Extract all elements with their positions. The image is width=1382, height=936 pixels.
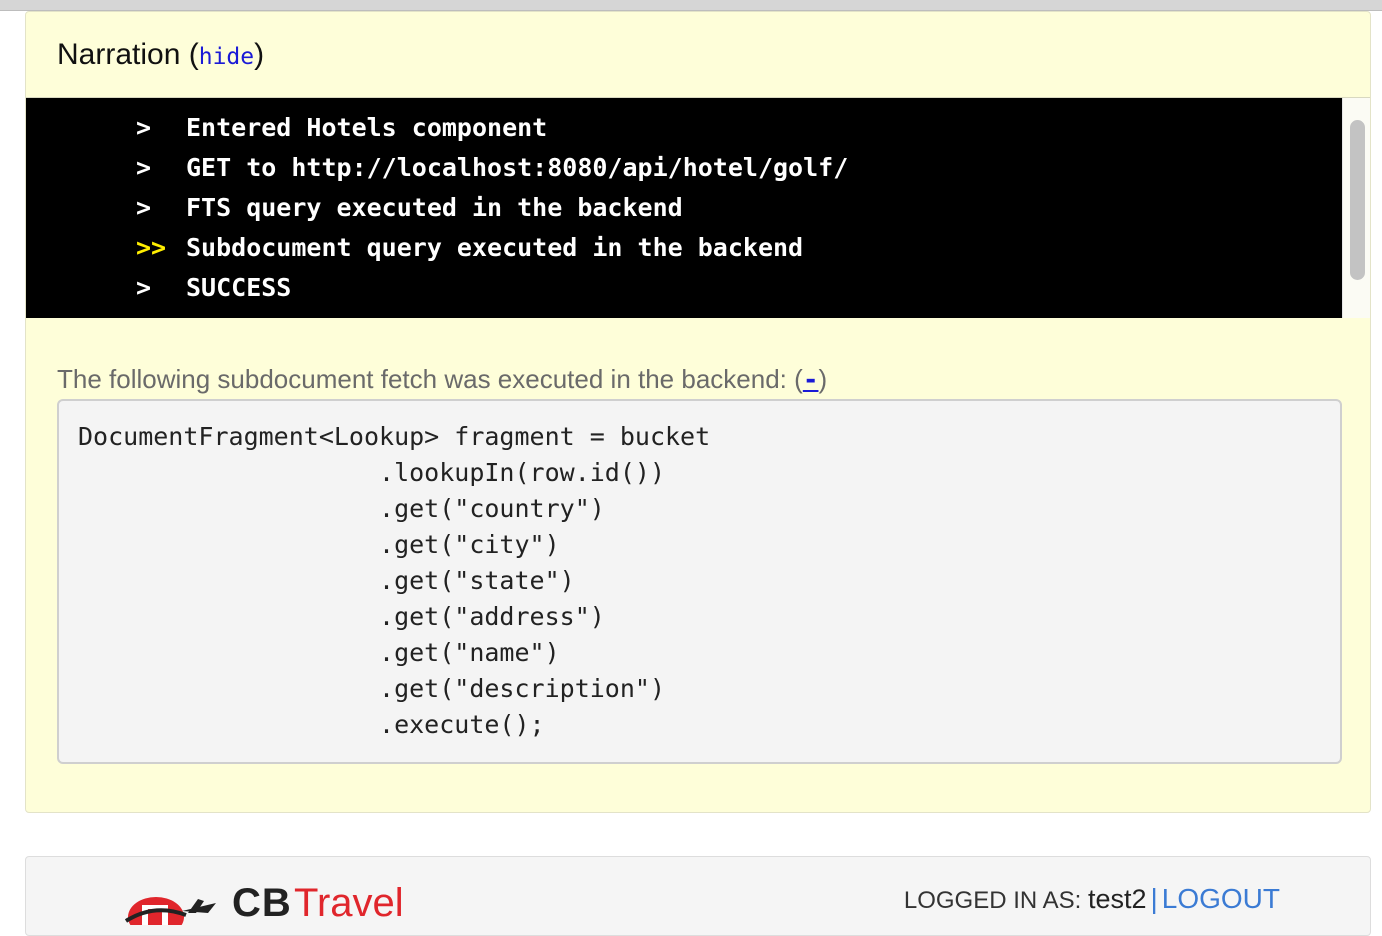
fetch-caption: The following subdocument fetch was exec…: [57, 362, 827, 397]
browser-top-edge: [0, 0, 1382, 11]
console-text: Subdocument query executed in the backen…: [186, 233, 804, 262]
console-text: SUCCESS: [186, 273, 292, 302]
code-line: .get("description"): [78, 674, 665, 703]
logo-cb-text: CB: [232, 881, 292, 925]
console-scrollbar[interactable]: [1342, 98, 1370, 318]
narration-console: > Entered Hotels component > GET to http:/…: [26, 98, 1342, 318]
paren-close: ): [254, 38, 265, 71]
console-text: GET to http://localhost:8080/api/hotel/g…: [186, 153, 849, 182]
console-marker-current: >>: [136, 233, 167, 262]
code-line: .get("address"): [78, 602, 605, 631]
console-text: FTS query executed in the backend: [186, 193, 683, 222]
console-line: > Entered Hotels component: [136, 108, 547, 148]
console-marker: >: [136, 113, 152, 142]
code-line: .get("country"): [78, 494, 605, 523]
hide-narration-link[interactable]: hide: [199, 44, 254, 70]
code-line: .get("name"): [78, 638, 560, 667]
console-line: > GET to http://localhost:8080/api/hotel/…: [136, 148, 848, 188]
toggle-paren-close: ): [818, 364, 828, 394]
console-scrollbar-thumb[interactable]: [1350, 120, 1365, 280]
console-line: > SUCCESS: [136, 268, 291, 308]
username: test2: [1087, 884, 1147, 914]
collapse-code-toggle[interactable]: -: [803, 365, 819, 395]
plane-logo-icon: [124, 897, 216, 925]
narration-panel: Narration (hide) > Entered Hotels compone…: [25, 11, 1371, 813]
narration-heading: Narration (hide): [26, 12, 1370, 98]
logged-in-label: LOGGED IN AS:: [903, 887, 1082, 914]
footer-separator: |: [1150, 883, 1158, 914]
logged-in-status: LOGGED IN AS: test2 | LOGOUT: [904, 884, 1280, 916]
fetch-caption-text: The following subdocument fetch was exec…: [57, 364, 787, 394]
console-line-current: >> Subdocument query executed in the back…: [136, 228, 803, 268]
console-marker: >: [136, 193, 152, 222]
narration-title: Narration (hide): [57, 38, 264, 74]
code-line: .get("city"): [78, 530, 560, 559]
console-marker: >: [136, 153, 152, 182]
console-marker: >: [136, 273, 152, 302]
toggle-paren-open: (: [794, 364, 803, 394]
code-line: .execute();: [78, 710, 545, 739]
app-footer: CB Travel LOGGED IN AS: test2 | LOGOUT: [25, 856, 1371, 936]
narration-title-text: Narration: [57, 38, 181, 71]
code-line: .lookupIn(row.id()): [78, 458, 665, 487]
logout-link[interactable]: LOGOUT: [1162, 883, 1280, 914]
logo-travel-text: Travel: [294, 881, 404, 925]
console-text: Entered Hotels component: [186, 113, 548, 142]
code-line: .get("state"): [78, 566, 575, 595]
code-block: DocumentFragment<Lookup> fragment = buck…: [57, 399, 1342, 764]
console-line: > FTS query executed in the backend: [136, 188, 683, 228]
paren-open: (: [188, 38, 199, 71]
code-line: DocumentFragment<Lookup> fragment = buck…: [78, 422, 711, 451]
